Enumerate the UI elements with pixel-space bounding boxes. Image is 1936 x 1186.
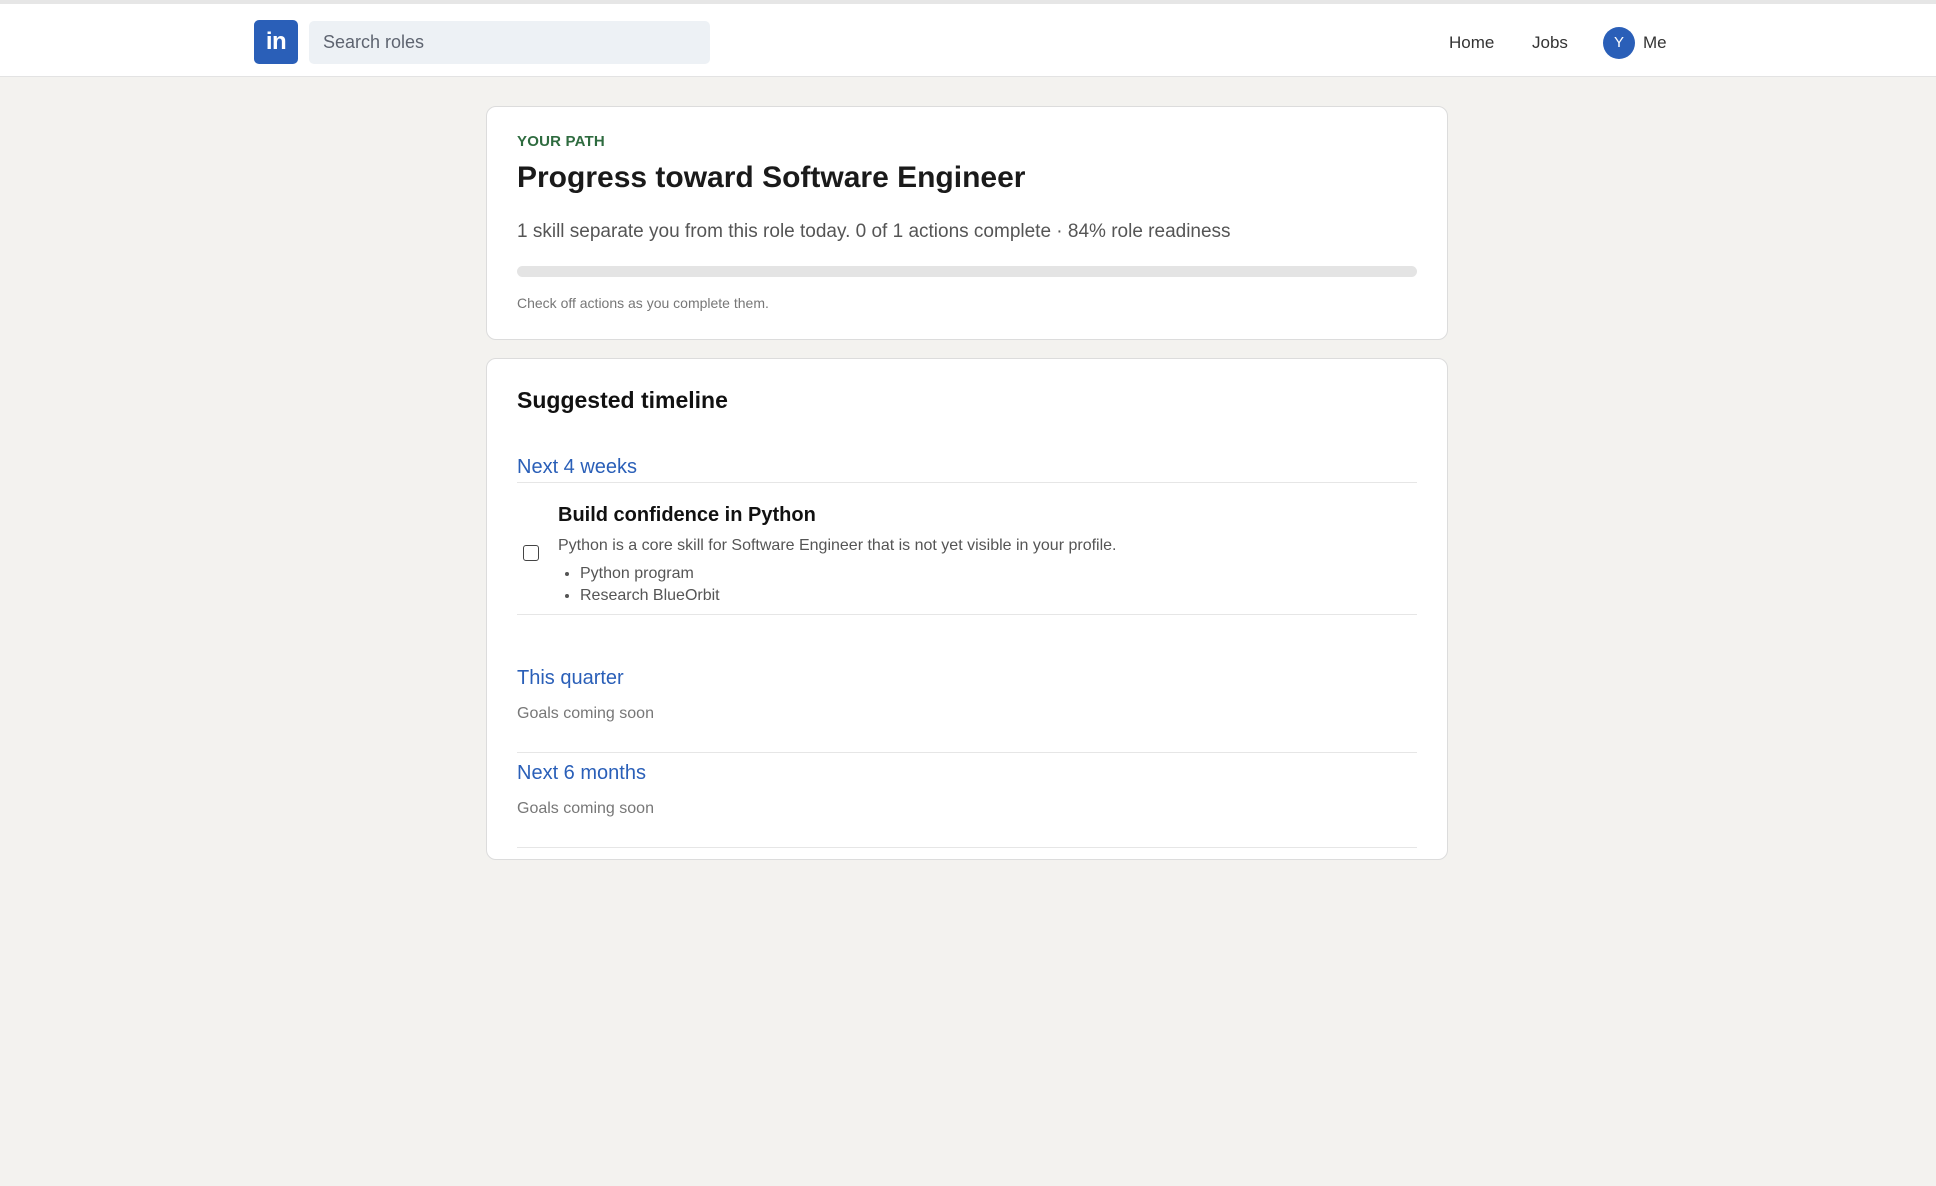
timeline-card: Suggested timeline Next 4 weeks Build co… xyxy=(486,358,1448,860)
list-item: Research BlueOrbit xyxy=(580,585,720,607)
period-label: Next 4 weeks xyxy=(517,456,638,478)
period-next-4-weeks: Next 4 weeks xyxy=(517,456,1417,483)
progress-bar xyxy=(517,266,1417,277)
period-empty-text: Goals coming soon xyxy=(517,800,654,817)
period-next-6-months: Next 6 months Goals coming soon xyxy=(517,762,1417,848)
action-title: Build confidence in Python xyxy=(558,504,816,526)
top-navigation-bar: in Home Jobs Y Me xyxy=(0,0,1936,77)
list-item: Python program xyxy=(580,563,720,585)
nav-jobs-link[interactable]: Jobs xyxy=(1532,32,1568,54)
page-title: Progress toward Software Engineer xyxy=(517,161,1026,194)
period-empty-text: Goals coming soon xyxy=(517,705,654,722)
timeline-title: Suggested timeline xyxy=(517,387,728,413)
action-item: Build confidence in Python Python is a c… xyxy=(517,483,1417,615)
your-path-eyebrow: YOUR PATH xyxy=(517,133,605,150)
nav-home-link[interactable]: Home xyxy=(1449,32,1494,54)
period-this-quarter: This quarter Goals coming soon xyxy=(517,667,1417,753)
action-checkbox[interactable] xyxy=(523,545,539,561)
action-resource-list: Python program Research BlueOrbit xyxy=(558,563,720,607)
avatar[interactable]: Y xyxy=(1603,27,1635,59)
me-menu[interactable]: Y Me xyxy=(1603,26,1667,60)
period-label: This quarter xyxy=(517,667,624,689)
action-description: Python is a core skill for Software Engi… xyxy=(558,537,1117,554)
me-label[interactable]: Me xyxy=(1643,33,1667,53)
progress-card: YOUR PATH Progress toward Software Engin… xyxy=(486,106,1448,340)
linkedin-logo-icon[interactable]: in xyxy=(254,20,298,64)
period-label: Next 6 months xyxy=(517,762,646,784)
search-input[interactable] xyxy=(309,21,710,64)
progress-summary: 1 skill separate you from this role toda… xyxy=(517,221,1231,242)
progress-hint: Check off actions as you complete them. xyxy=(517,295,769,311)
